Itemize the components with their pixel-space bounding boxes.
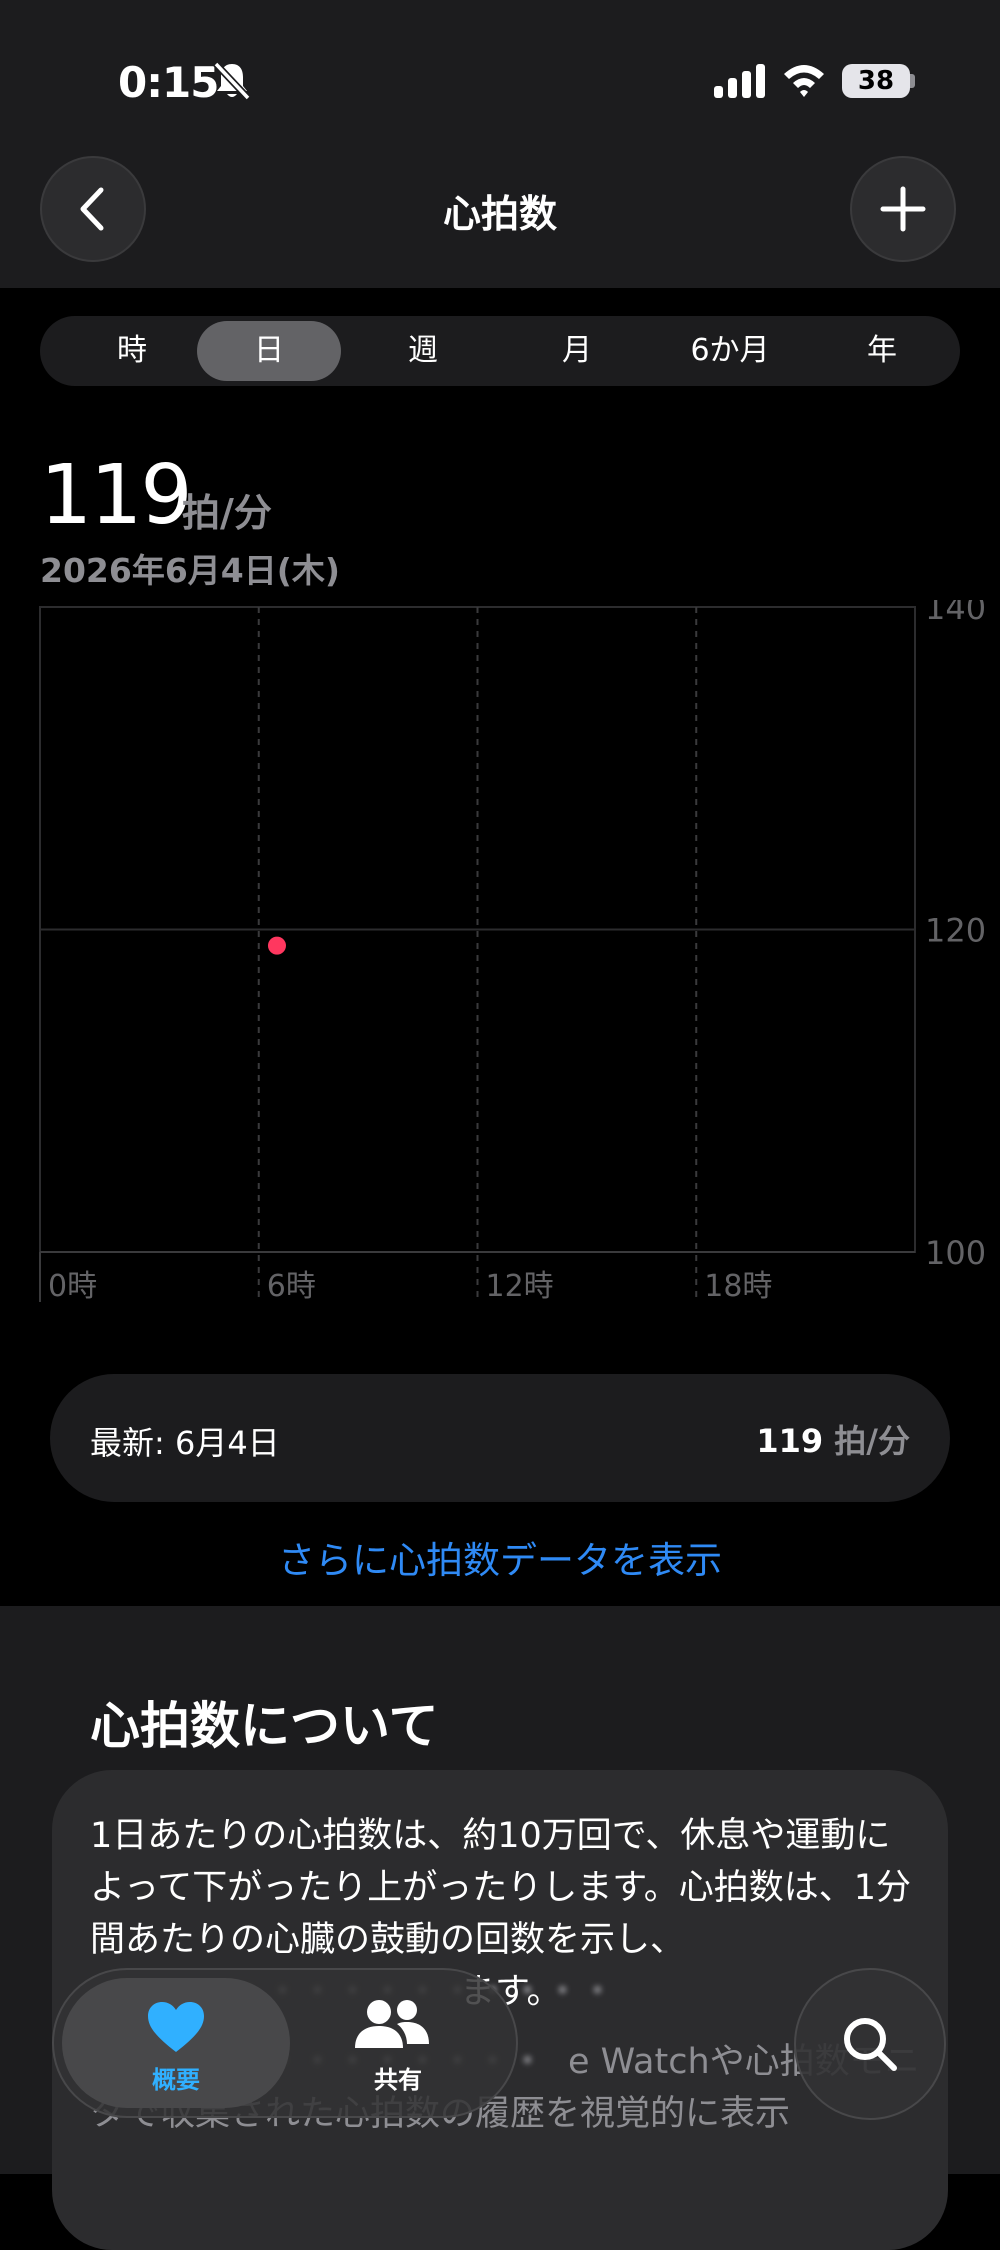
segment-month[interactable]: 月: [505, 321, 649, 381]
heart-rate-unit: 拍/分: [182, 491, 272, 535]
date-label: 2026年6月4日(木): [40, 551, 340, 590]
segment-week[interactable]: 週: [351, 321, 495, 381]
tab-summary[interactable]: 概要: [62, 1978, 290, 2108]
bell-slash-icon: [213, 61, 251, 101]
latest-label: 最新: 6月4日: [90, 1424, 280, 1462]
segment-day[interactable]: 日: [197, 321, 341, 381]
tab-sharing-label: 共有: [374, 2066, 422, 2094]
latest-reading-card[interactable]: 最新: 6月4日 119 拍/分: [50, 1374, 950, 1502]
show-more-data-link[interactable]: さらに心拍数データを表示: [0, 1530, 1000, 1584]
y-tick-label: 120: [925, 912, 986, 950]
people-icon: [355, 2000, 429, 2048]
segment-year[interactable]: 年: [810, 321, 954, 381]
cellular-signal-icon: [714, 64, 765, 98]
x-tick-label: 0時: [48, 1269, 97, 1304]
segment-hour[interactable]: 時: [60, 321, 204, 381]
battery-tip: [910, 74, 915, 88]
x-tick-label: 18時: [704, 1269, 772, 1304]
wifi-icon: [784, 65, 824, 97]
plus-icon: [880, 186, 926, 232]
segment-6months[interactable]: 6か月: [658, 321, 802, 381]
latest-number: 119: [756, 1422, 824, 1460]
search-button[interactable]: [794, 1968, 946, 2120]
tab-bar: 概要 共有: [52, 1968, 518, 2118]
heart-rate-chart[interactable]: 100 120 140 0時 6時 12時 18時: [0, 600, 1000, 1310]
battery-indicator: 38: [842, 64, 910, 98]
data-point: [267, 936, 286, 955]
x-tick-label: 12時: [486, 1269, 554, 1304]
tab-sharing[interactable]: 共有: [290, 1978, 506, 2108]
heart-rate-value: 119: [40, 448, 193, 543]
top-bar: [0, 0, 1000, 288]
tab-summary-label: 概要: [152, 2066, 200, 2094]
status-time: 0:15: [118, 58, 219, 107]
x-tick-label: 6時: [267, 1269, 316, 1304]
latest-value: 119 拍/分: [756, 1416, 910, 1462]
heart-icon: [148, 2002, 204, 2052]
search-icon: [844, 2018, 897, 2071]
time-range-segmented-control: 時 日 週 月 6か月 年: [40, 316, 960, 386]
latest-unit: 拍/分: [834, 1422, 910, 1460]
y-tick-label: 140: [925, 600, 986, 627]
y-tick-label: 100: [925, 1234, 986, 1272]
add-data-button[interactable]: [850, 156, 956, 262]
about-title: 心拍数について: [90, 1697, 439, 1755]
about-paragraph-text: 1日あたりの心拍数は、約10万回で、休息や運動によって下がったり上がったりします…: [90, 1816, 911, 1960]
